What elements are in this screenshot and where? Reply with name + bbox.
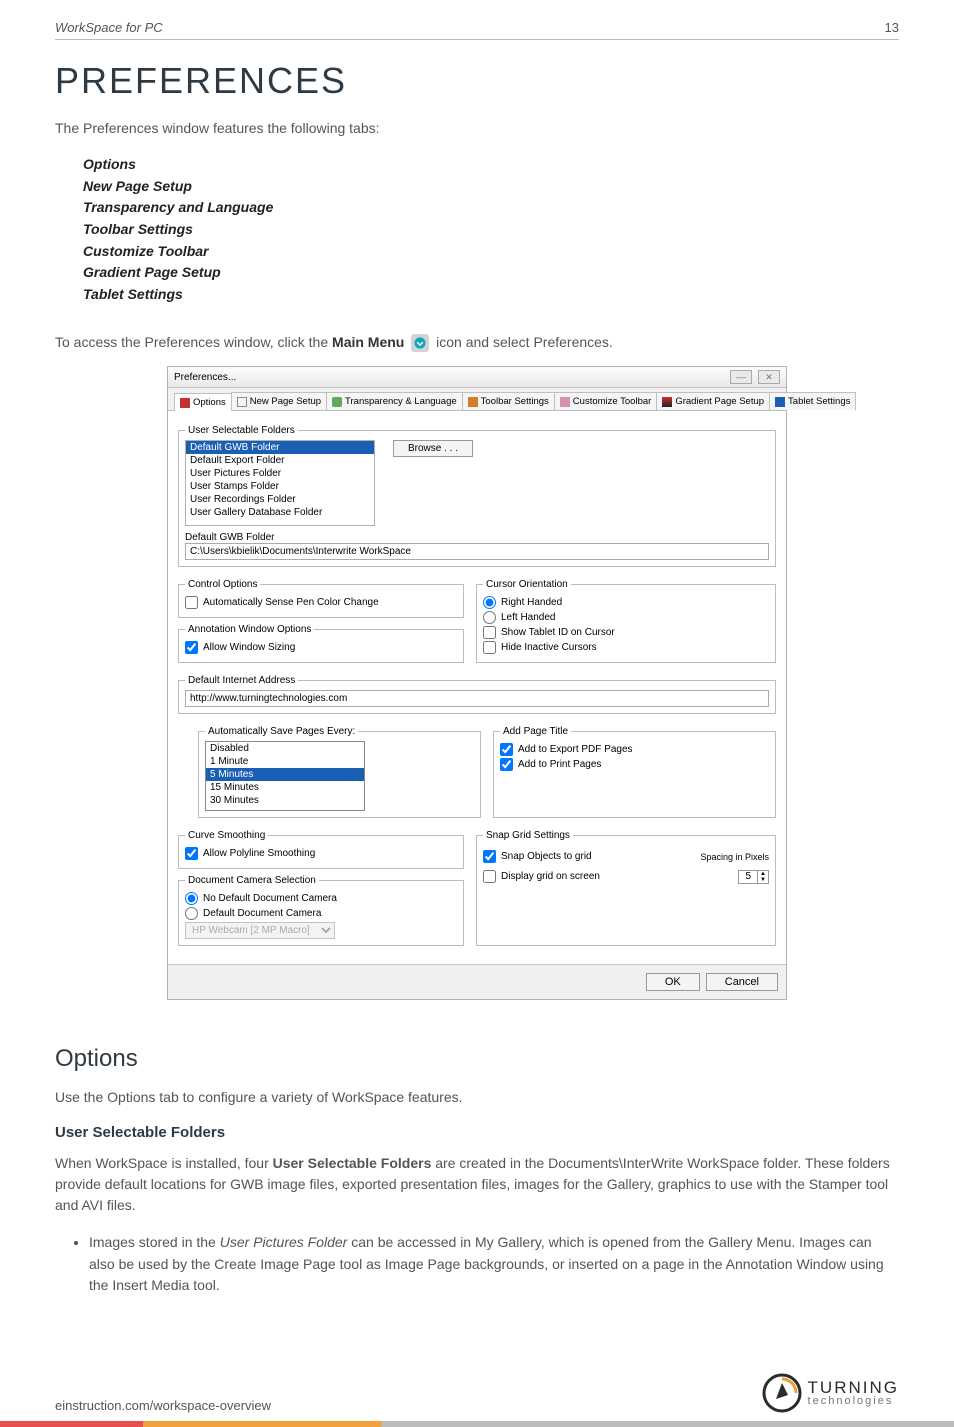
tabs-row: Options New Page Setup Transparency & La…	[168, 388, 786, 411]
right-handed-radio[interactable]: Right Handed	[483, 596, 769, 609]
main-menu-icon	[411, 334, 429, 352]
default-internet-group: Default Internet Address	[178, 675, 776, 714]
logo-text-top: TURNING	[808, 1379, 899, 1396]
hide-inactive-cursors-checkbox[interactable]: Hide Inactive Cursors	[483, 641, 769, 654]
control-options-group: Control Options Automatically Sense Pen …	[178, 579, 464, 618]
tab-item: New Page Setup	[83, 176, 899, 198]
usf-legend: User Selectable Folders	[185, 425, 298, 436]
list-item[interactable]: User Stamps Folder	[186, 480, 374, 493]
control-options-legend: Control Options	[185, 579, 260, 590]
snap-grid-legend: Snap Grid Settings	[483, 830, 573, 841]
turning-logo-icon	[762, 1373, 802, 1413]
usf-heading: User Selectable Folders	[55, 1124, 899, 1141]
brand-logo: TURNING technologies	[762, 1373, 899, 1413]
page-number: 13	[885, 20, 899, 35]
doc-camera-legend: Document Camera Selection	[185, 875, 319, 886]
path-input[interactable]	[185, 543, 769, 560]
default-camera-radio[interactable]: Default Document Camera	[185, 907, 457, 920]
tab-item: Gradient Page Setup	[83, 262, 899, 284]
no-default-camera-radio[interactable]: No Default Document Camera	[185, 892, 457, 905]
doc-camera-group: Document Camera Selection No Default Doc…	[178, 875, 464, 946]
list-item[interactable]: Default Export Folder	[186, 454, 374, 467]
tab-item: Options	[83, 154, 899, 176]
cursor-orientation-group: Cursor Orientation Right Handed Left Han…	[476, 579, 776, 663]
options-intro: Use the Options tab to configure a varie…	[55, 1087, 899, 1108]
tab-gradient-page-setup[interactable]: Gradient Page Setup	[656, 392, 770, 410]
list-item[interactable]: User Gallery Database Folder	[186, 506, 374, 519]
internet-legend: Default Internet Address	[185, 675, 298, 686]
page-title: PREFERENCES	[55, 60, 899, 102]
tab-tablet-settings[interactable]: Tablet Settings	[769, 392, 856, 410]
minimize-icon[interactable]: ––	[730, 370, 752, 384]
list-item[interactable]: Disabled	[206, 742, 364, 755]
add-print-pages-checkbox[interactable]: Add to Print Pages	[500, 758, 769, 771]
tab-options[interactable]: Options	[174, 393, 232, 411]
list-item[interactable]: 30 Minutes	[206, 794, 364, 807]
preferences-window: Preferences... –– ✕ Options New Page Set…	[167, 366, 787, 1000]
allow-polyline-checkbox[interactable]: Allow Polyline Smoothing	[185, 847, 457, 860]
add-page-title-legend: Add Page Title	[500, 726, 571, 737]
tabs-list: Options New Page Setup Transparency and …	[83, 154, 899, 306]
autosave-group: Automatically Save Pages Every: Disabled…	[198, 726, 481, 818]
bullet-item: Images stored in the User Pictures Folde…	[89, 1232, 899, 1297]
usf-paragraph: When WorkSpace is installed, four User S…	[55, 1153, 899, 1216]
internet-address-input[interactable]	[185, 690, 769, 707]
snap-objects-checkbox[interactable]: Snap Objects to grid	[483, 850, 592, 863]
user-selectable-folders-group: User Selectable Folders Default GWB Fold…	[178, 425, 776, 567]
list-item[interactable]: User Pictures Folder	[186, 467, 374, 480]
left-handed-radio[interactable]: Left Handed	[483, 611, 769, 624]
intro-text: The Preferences window features the foll…	[55, 120, 899, 136]
tab-item: Customize Toolbar	[83, 241, 899, 263]
spacing-label: Spacing in Pixels	[700, 852, 769, 862]
tab-item: Transparency and Language	[83, 197, 899, 219]
list-item[interactable]: 5 Minutes	[206, 768, 364, 781]
snap-grid-group: Snap Grid Settings Snap Objects to grid …	[476, 830, 776, 946]
display-grid-checkbox[interactable]: Display grid on screen	[483, 870, 600, 883]
spacing-spinner[interactable]: 5 ▲▼	[738, 870, 769, 884]
close-icon[interactable]: ✕	[758, 370, 780, 384]
tab-new-page-setup[interactable]: New Page Setup	[231, 392, 327, 410]
tab-customize-toolbar[interactable]: Customize Toolbar	[554, 392, 658, 410]
options-heading: Options	[55, 1045, 899, 1073]
add-page-title-group: Add Page Title Add to Export PDF Pages A…	[493, 726, 776, 818]
tab-item: Toolbar Settings	[83, 219, 899, 241]
tab-transparency-language[interactable]: Transparency & Language	[326, 392, 463, 410]
cursor-legend: Cursor Orientation	[483, 579, 571, 590]
access-pre: To access the Preferences window, click …	[55, 334, 332, 350]
list-item[interactable]: 1 Minute	[206, 755, 364, 768]
cancel-button[interactable]: Cancel	[706, 973, 778, 991]
path-label: Default GWB Folder	[185, 532, 769, 543]
tab-item: Tablet Settings	[83, 284, 899, 306]
annotation-legend: Annotation Window Options	[185, 624, 314, 635]
main-menu-label: Main Menu	[332, 334, 404, 350]
curve-legend: Curve Smoothing	[185, 830, 268, 841]
camera-select[interactable]: HP Webcam [2 MP Macro]	[185, 922, 335, 939]
spinner-down-icon[interactable]: ▼	[757, 877, 768, 883]
curve-smoothing-group: Curve Smoothing Allow Polyline Smoothing	[178, 830, 464, 869]
header-product: WorkSpace for PC	[55, 20, 163, 35]
auto-sense-checkbox[interactable]: Automatically Sense Pen Color Change	[185, 596, 457, 609]
add-export-pdf-checkbox[interactable]: Add to Export PDF Pages	[500, 743, 769, 756]
autosave-listbox[interactable]: Disabled 1 Minute 5 Minutes 15 Minutes 3…	[205, 741, 365, 811]
list-item[interactable]: Default GWB Folder	[186, 441, 374, 454]
annotation-window-group: Annotation Window Options Allow Window S…	[178, 624, 464, 663]
tab-toolbar-settings[interactable]: Toolbar Settings	[462, 392, 555, 410]
list-item[interactable]: 15 Minutes	[206, 781, 364, 794]
access-instruction: To access the Preferences window, click …	[55, 334, 899, 352]
footer-accent-bar	[0, 1421, 954, 1427]
autosave-legend: Automatically Save Pages Every:	[205, 726, 358, 737]
folders-listbox[interactable]: Default GWB Folder Default Export Folder…	[185, 440, 375, 526]
footer-url: einstruction.com/workspace-overview	[55, 1398, 271, 1413]
ok-button[interactable]: OK	[646, 973, 700, 991]
access-post: icon and select Preferences.	[436, 334, 613, 350]
logo-text-bottom: technologies	[808, 1396, 899, 1407]
browse-button[interactable]: Browse . . .	[393, 440, 473, 457]
show-tablet-id-checkbox[interactable]: Show Tablet ID on Cursor	[483, 626, 769, 639]
list-item[interactable]: User Recordings Folder	[186, 493, 374, 506]
allow-window-sizing-checkbox[interactable]: Allow Window Sizing	[185, 641, 457, 654]
window-title: Preferences...	[174, 372, 236, 383]
